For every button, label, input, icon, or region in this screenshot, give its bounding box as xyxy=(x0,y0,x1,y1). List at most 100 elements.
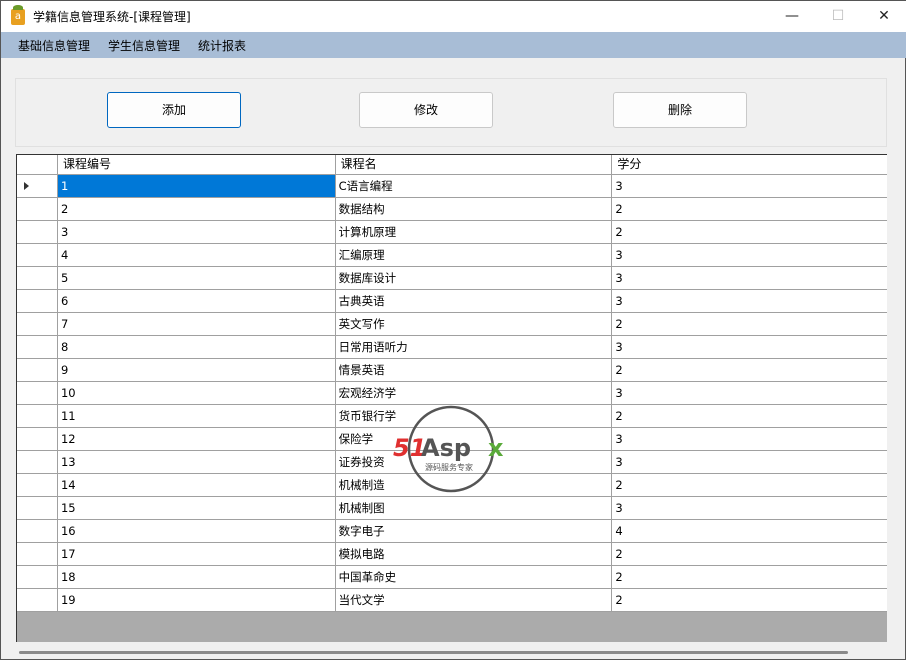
row-header[interactable] xyxy=(17,405,58,428)
course-name-cell[interactable]: 情景英语 xyxy=(335,359,613,382)
course-name-cell[interactable]: 货币银行学 xyxy=(335,405,613,428)
table-row[interactable]: 13 证券投资 3 xyxy=(17,451,887,474)
course-name-cell[interactable]: C语言编程 xyxy=(335,175,613,198)
table-row[interactable]: 12 保险学 3 xyxy=(17,428,887,451)
table-row[interactable]: 11 货币银行学 2 xyxy=(17,405,887,428)
credits-cell[interactable]: 2 xyxy=(612,589,887,612)
course-id-cell[interactable]: 17 xyxy=(57,543,336,566)
course-name-cell[interactable]: 机械制图 xyxy=(335,497,613,520)
credits-cell[interactable]: 2 xyxy=(612,566,887,589)
table-row[interactable]: 10 宏观经济学 3 xyxy=(17,382,887,405)
course-name-cell[interactable]: 英文写作 xyxy=(335,313,613,336)
course-id-cell[interactable]: 1 xyxy=(57,175,336,198)
row-header[interactable] xyxy=(17,543,58,566)
credits-cell[interactable]: 3 xyxy=(612,497,887,520)
course-id-cell[interactable]: 19 xyxy=(57,589,336,612)
table-row[interactable]: 9 情景英语 2 xyxy=(17,359,887,382)
horizontal-scrollbar[interactable] xyxy=(19,651,848,654)
credits-cell[interactable]: 2 xyxy=(612,405,887,428)
menu-basic-info[interactable]: 基础信息管理 xyxy=(9,37,99,54)
close-button[interactable]: ✕ xyxy=(861,1,906,32)
row-header[interactable] xyxy=(17,359,58,382)
credits-cell[interactable]: 3 xyxy=(612,382,887,405)
course-name-cell[interactable]: 数据库设计 xyxy=(335,267,613,290)
credits-cell[interactable]: 3 xyxy=(612,428,887,451)
row-header[interactable] xyxy=(17,520,58,543)
row-header[interactable] xyxy=(17,451,58,474)
table-row[interactable]: 3 计算机原理 2 xyxy=(17,221,887,244)
course-name-cell[interactable]: 当代文学 xyxy=(335,589,613,612)
menu-student-info[interactable]: 学生信息管理 xyxy=(99,37,189,54)
course-name-cell[interactable]: 机械制造 xyxy=(335,474,613,497)
course-name-cell[interactable]: 宏观经济学 xyxy=(335,382,613,405)
row-header[interactable] xyxy=(17,566,58,589)
credits-cell[interactable]: 2 xyxy=(612,474,887,497)
table-row[interactable]: 18 中国革命史 2 xyxy=(17,566,887,589)
add-button[interactable]: 添加 xyxy=(107,92,241,128)
credits-cell[interactable]: 3 xyxy=(612,336,887,359)
table-row[interactable]: 1 C语言编程 3 xyxy=(17,175,887,198)
row-header[interactable] xyxy=(17,428,58,451)
table-row[interactable]: 7 英文写作 2 xyxy=(17,313,887,336)
table-row[interactable]: 14 机械制造 2 xyxy=(17,474,887,497)
credits-cell[interactable]: 3 xyxy=(612,451,887,474)
course-name-cell[interactable]: 数字电子 xyxy=(335,520,613,543)
row-header[interactable] xyxy=(17,336,58,359)
row-header[interactable] xyxy=(17,267,58,290)
credits-cell[interactable]: 2 xyxy=(612,221,887,244)
credits-cell[interactable]: 3 xyxy=(612,175,887,198)
row-header[interactable] xyxy=(17,589,58,612)
credits-cell[interactable]: 3 xyxy=(612,290,887,313)
minimize-button[interactable]: — xyxy=(769,1,815,32)
course-name-cell[interactable]: 保险学 xyxy=(335,428,613,451)
row-header[interactable] xyxy=(17,474,58,497)
edit-button[interactable]: 修改 xyxy=(359,92,493,128)
column-header-course-name[interactable]: 课程名 xyxy=(335,155,613,175)
credits-cell[interactable]: 4 xyxy=(612,520,887,543)
course-id-cell[interactable]: 12 xyxy=(57,428,336,451)
row-header[interactable] xyxy=(17,313,58,336)
course-grid[interactable]: 课程编号 课程名 学分 1 C语言编程 3 2 数据结构 2 3 计算机原理 2 4 汇编原理 3 5 数… xyxy=(16,154,887,642)
row-header[interactable] xyxy=(17,221,58,244)
course-id-cell[interactable]: 9 xyxy=(57,359,336,382)
table-row[interactable]: 16 数字电子 4 xyxy=(17,520,887,543)
row-header[interactable] xyxy=(17,497,58,520)
course-name-cell[interactable]: 计算机原理 xyxy=(335,221,613,244)
table-row[interactable]: 17 模拟电路 2 xyxy=(17,543,887,566)
course-id-cell[interactable]: 18 xyxy=(57,566,336,589)
menu-reports[interactable]: 统计报表 xyxy=(189,37,255,54)
course-name-cell[interactable]: 数据结构 xyxy=(335,198,613,221)
course-id-cell[interactable]: 3 xyxy=(57,221,336,244)
course-id-cell[interactable]: 5 xyxy=(57,267,336,290)
row-header[interactable] xyxy=(17,175,58,198)
column-header-credits[interactable]: 学分 xyxy=(612,155,887,175)
row-header[interactable] xyxy=(17,290,58,313)
column-header-course-id[interactable]: 课程编号 xyxy=(57,155,336,175)
course-id-cell[interactable]: 10 xyxy=(57,382,336,405)
table-row[interactable]: 6 古典英语 3 xyxy=(17,290,887,313)
table-row[interactable]: 15 机械制图 3 xyxy=(17,497,887,520)
course-name-cell[interactable]: 日常用语听力 xyxy=(335,336,613,359)
table-row[interactable]: 8 日常用语听力 3 xyxy=(17,336,887,359)
credits-cell[interactable]: 2 xyxy=(612,313,887,336)
course-name-cell[interactable]: 汇编原理 xyxy=(335,244,613,267)
row-header[interactable] xyxy=(17,244,58,267)
course-id-cell[interactable]: 8 xyxy=(57,336,336,359)
course-name-cell[interactable]: 古典英语 xyxy=(335,290,613,313)
course-id-cell[interactable]: 11 xyxy=(57,405,336,428)
course-id-cell[interactable]: 16 xyxy=(57,520,336,543)
course-id-cell[interactable]: 2 xyxy=(57,198,336,221)
course-id-cell[interactable]: 4 xyxy=(57,244,336,267)
credits-cell[interactable]: 2 xyxy=(612,198,887,221)
course-name-cell[interactable]: 证券投资 xyxy=(335,451,613,474)
table-row[interactable]: 5 数据库设计 3 xyxy=(17,267,887,290)
table-row[interactable]: 19 当代文学 2 xyxy=(17,589,887,612)
row-header[interactable] xyxy=(17,382,58,405)
credits-cell[interactable]: 3 xyxy=(612,244,887,267)
course-id-cell[interactable]: 13 xyxy=(57,451,336,474)
course-id-cell[interactable]: 14 xyxy=(57,474,336,497)
course-name-cell[interactable]: 中国革命史 xyxy=(335,566,613,589)
course-id-cell[interactable]: 7 xyxy=(57,313,336,336)
course-id-cell[interactable]: 6 xyxy=(57,290,336,313)
credits-cell[interactable]: 3 xyxy=(612,267,887,290)
